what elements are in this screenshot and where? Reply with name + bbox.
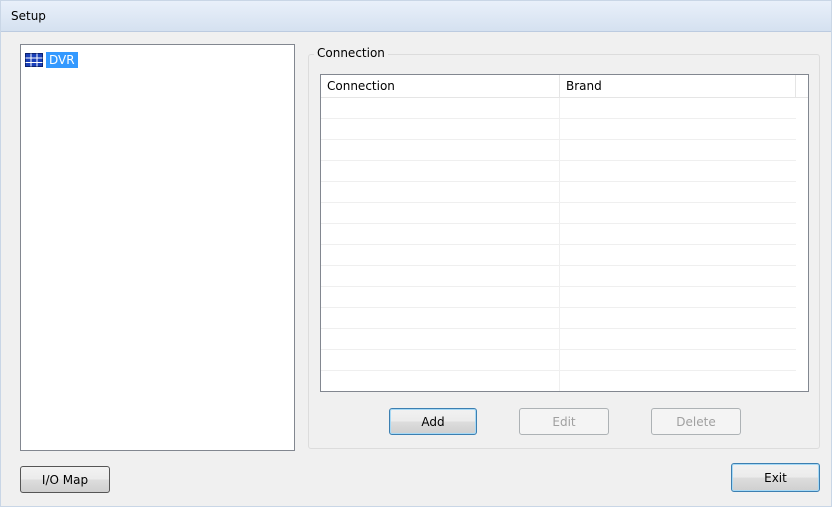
device-tree[interactable]: DVR [20, 44, 295, 451]
window-title: Setup [11, 9, 46, 23]
column-divider [559, 308, 560, 329]
empty-list-row [321, 182, 796, 203]
column-divider [559, 350, 560, 371]
column-divider [559, 266, 560, 287]
list-header: Connection Brand [321, 75, 808, 98]
delete-button: Delete [651, 408, 741, 435]
column-divider [559, 203, 560, 224]
empty-list-row [321, 371, 796, 391]
empty-list-row [321, 203, 796, 224]
column-divider [559, 98, 560, 119]
edit-button: Edit [519, 408, 609, 435]
add-button[interactable]: Add [389, 408, 477, 435]
title-bar[interactable]: Setup [1, 1, 831, 32]
column-divider [559, 161, 560, 182]
empty-list-row [321, 287, 796, 308]
column-divider [559, 245, 560, 266]
io-map-button[interactable]: I/O Map [20, 466, 110, 493]
column-divider [559, 119, 560, 140]
empty-list-row [321, 329, 796, 350]
column-divider [559, 371, 560, 391]
column-divider [559, 140, 560, 161]
column-header-brand[interactable]: Brand [560, 75, 796, 97]
empty-list-row [321, 98, 796, 119]
empty-list-row [321, 350, 796, 371]
empty-list-row [321, 308, 796, 329]
tree-node-label: DVR [46, 52, 78, 68]
empty-list-row [321, 224, 796, 245]
column-header-connection[interactable]: Connection [321, 75, 560, 97]
empty-list-row [321, 266, 796, 287]
empty-list-row [321, 140, 796, 161]
empty-list-row [321, 119, 796, 140]
column-divider [559, 329, 560, 350]
empty-list-row [321, 161, 796, 182]
exit-button[interactable]: Exit [731, 463, 820, 492]
connection-group-legend: Connection [314, 46, 388, 60]
column-divider [559, 224, 560, 245]
dvr-grid-icon [25, 53, 43, 67]
setup-window: Setup DVR Connection Connection Brand Ad… [0, 0, 832, 507]
column-divider [559, 182, 560, 203]
connection-list[interactable]: Connection Brand [320, 74, 809, 392]
column-divider [559, 287, 560, 308]
empty-list-row [321, 245, 796, 266]
tree-node-dvr[interactable]: DVR [25, 51, 78, 69]
